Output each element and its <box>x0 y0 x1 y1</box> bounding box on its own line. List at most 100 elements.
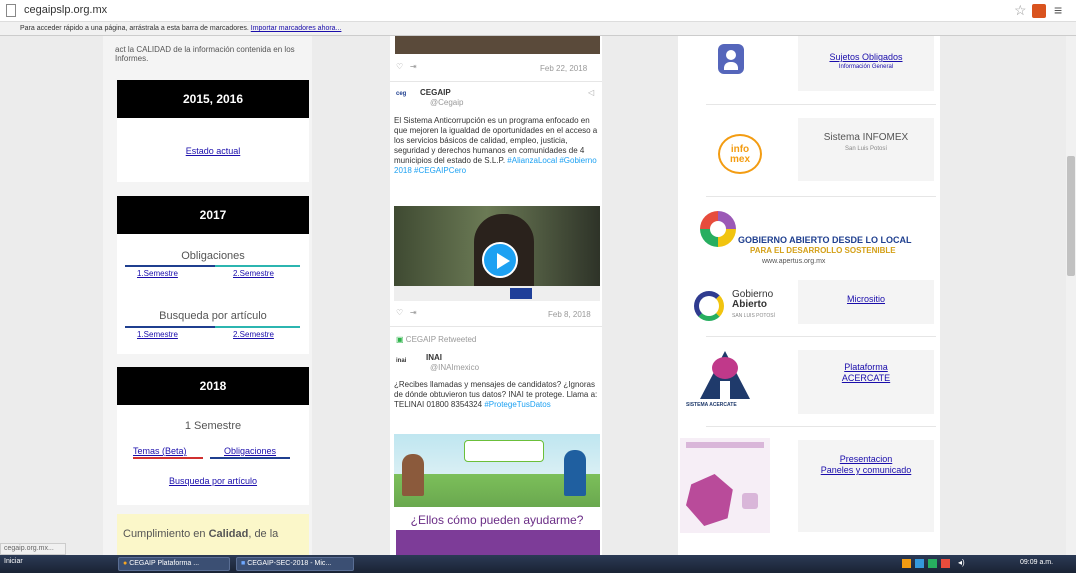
page-scrollbar[interactable] <box>1066 36 1076 555</box>
video-thumbnail[interactable] <box>394 206 600 301</box>
paneles-link[interactable]: Paneles y comunicado <box>798 465 934 475</box>
taskbar-item-label: CEGAIP Plataforma ... <box>129 560 200 567</box>
scrollbar-thumb[interactable] <box>1067 156 1075 276</box>
video-banner <box>394 286 600 301</box>
acercate-logo-text: SISTEMA ACERCATE <box>686 402 737 408</box>
calidad-box: Cumplimiento en Calidad, de la <box>117 514 309 555</box>
tweet-actions[interactable]: ♡ ⇥ <box>396 308 417 317</box>
twitter-bird-icon: ◁ <box>588 88 595 97</box>
calidad-prefix: Cumplimiento en <box>123 528 209 540</box>
micrositio-link[interactable]: Micrositio <box>798 294 934 304</box>
speech-bubble <box>464 440 544 462</box>
obligaciones-title: Obligaciones <box>181 250 245 262</box>
infomex-subtitle: San Luis Potosí <box>844 146 888 152</box>
tweet-illustration[interactable] <box>394 434 600 507</box>
bookmarks-message: Para acceder rápido a una página, arrást… <box>20 25 249 32</box>
person-body <box>724 62 738 70</box>
tray-icon[interactable] <box>928 559 937 568</box>
estado-actual-link[interactable]: Estado actual <box>117 146 309 156</box>
tweet-date[interactable]: Feb 8, 2018 <box>548 310 591 319</box>
temas-beta-link[interactable]: Temas (Beta) <box>133 446 187 456</box>
clock[interactable]: 09:09 a.m. <box>1020 559 1053 566</box>
status-bubble: cegaip.org.mx... <box>0 543 66 555</box>
tray-icon[interactable] <box>902 559 911 568</box>
tweet-hashtags[interactable]: #ProtegeTusDatos <box>484 400 550 409</box>
tray-icon[interactable] <box>915 559 924 568</box>
presentacion-thumbnail[interactable] <box>680 438 770 533</box>
taskbar-item-word[interactable]: ■ CEGAIP-SEC-2018 - Mic... <box>236 557 354 571</box>
gobierno-abierto-logo[interactable] <box>700 211 736 247</box>
divider <box>215 326 300 328</box>
map-shape <box>686 474 733 526</box>
address-bar[interactable]: cegaipslp.org.mx ☆ ≡ <box>0 0 1076 22</box>
taskbar-item-label: CEGAIP-SEC-2018 - Mic... <box>247 560 332 567</box>
divider <box>706 104 936 105</box>
divider <box>125 265 215 267</box>
oblig-2017-s2-link[interactable]: 2.Semestre <box>233 269 274 278</box>
divider <box>706 196 936 197</box>
tweet-text: El Sistema Anticorrupción es un programa… <box>394 116 598 176</box>
play-button[interactable] <box>482 242 518 278</box>
taskbar-item-cegaip[interactable]: ● CEGAIP Plataforma ... <box>118 557 230 571</box>
oblig-2017-s1-link[interactable]: 1.Semestre <box>137 269 178 278</box>
busqueda-title: Busqueda por artículo <box>159 310 267 322</box>
micrositio-logo-line3: SAN LUIS POTOSÍ <box>732 313 775 319</box>
tray-icon[interactable] <box>941 559 950 568</box>
busqueda-2018-link[interactable]: Busqueda por artículo <box>117 476 309 486</box>
tweet-image <box>395 36 600 54</box>
retweet-icon: ▣ <box>396 335 404 344</box>
person-head <box>726 50 736 60</box>
presentacion-link[interactable]: Presentacion <box>798 454 934 464</box>
obligaciones-2018-link[interactable]: Obligaciones <box>224 446 276 456</box>
year-2017-header: 2017 <box>117 196 309 234</box>
micrositio-logo-text: Gobierno Abierto SAN LUIS POTOSÍ <box>732 290 775 321</box>
inai-avatar[interactable]: inai <box>396 358 406 364</box>
eu-flag-icon <box>510 288 532 299</box>
year-2018-header: 2018 <box>117 367 309 405</box>
infomex-logo-bottom: mex <box>729 154 750 165</box>
tweet-date[interactable]: Feb 22, 2018 <box>540 64 587 73</box>
tweet-author-name[interactable]: INAI <box>426 353 442 362</box>
logo-flower <box>712 357 738 379</box>
gobierno-line2: PARA EL DESARROLLO SOSTENIBLE <box>750 246 896 255</box>
busq-2017-s2-link[interactable]: 2.Semestre <box>233 330 274 339</box>
start-button[interactable]: Iniciar <box>4 558 23 565</box>
url-text[interactable]: cegaipslp.org.mx <box>24 4 107 16</box>
taskbar: Iniciar ● CEGAIP Plataforma ... ■ CEGAIP… <box>0 555 1076 573</box>
tweet-author-handle[interactable]: @Cegaip <box>430 98 463 107</box>
sujetos-subtitle[interactable]: Información General <box>798 64 934 70</box>
word-icon: ■ <box>241 560 246 567</box>
gobierno-url[interactable]: www.apertus.org.mx <box>762 258 825 265</box>
tweet-author-handle[interactable]: @INAImexico <box>430 363 479 372</box>
person-illustration <box>564 450 586 496</box>
infomex-title[interactable]: Sistema INFOMEX <box>798 132 934 143</box>
logo-gap <box>720 381 730 399</box>
lock-icon <box>742 493 758 509</box>
thumb-header <box>686 442 764 448</box>
extension-icon[interactable] <box>1032 4 1046 18</box>
inai-banner-strip <box>396 530 600 555</box>
bookmarks-bar: Para acceder rápido a una página, arrást… <box>0 22 1076 36</box>
tweet-actions[interactable]: ♡ ⇥ <box>396 62 417 71</box>
divider <box>125 326 215 328</box>
acercate-logo[interactable] <box>700 351 750 401</box>
sujetos-obligados-link[interactable]: Sujetos Obligados <box>798 52 934 62</box>
play-icon <box>497 253 510 269</box>
calidad-suffix: , de la <box>248 528 279 540</box>
plataforma-link[interactable]: Plataforma <box>798 362 934 372</box>
infomex-logo[interactable]: info mex <box>718 134 762 174</box>
semester-2018-title: 1 Semestre <box>184 420 242 432</box>
import-bookmarks-link[interactable]: Importar marcadores ahora... <box>251 25 342 32</box>
chrome-icon: ● <box>123 560 128 567</box>
tweet-author-name[interactable]: CEGAIP <box>420 88 451 97</box>
divider <box>706 336 936 337</box>
busq-2017-s1-link[interactable]: 1.Semestre <box>137 330 178 339</box>
star-icon[interactable]: ☆ <box>1014 2 1027 19</box>
logo-center <box>710 221 726 237</box>
cegaip-avatar[interactable]: ceg <box>396 91 414 103</box>
acercate-link[interactable]: ACERCATE <box>798 373 934 383</box>
sujetos-icon[interactable] <box>718 44 744 74</box>
menu-icon[interactable]: ≡ <box>1054 2 1062 18</box>
page-icon <box>6 4 16 17</box>
volume-icon[interactable]: ◂) <box>958 558 965 567</box>
